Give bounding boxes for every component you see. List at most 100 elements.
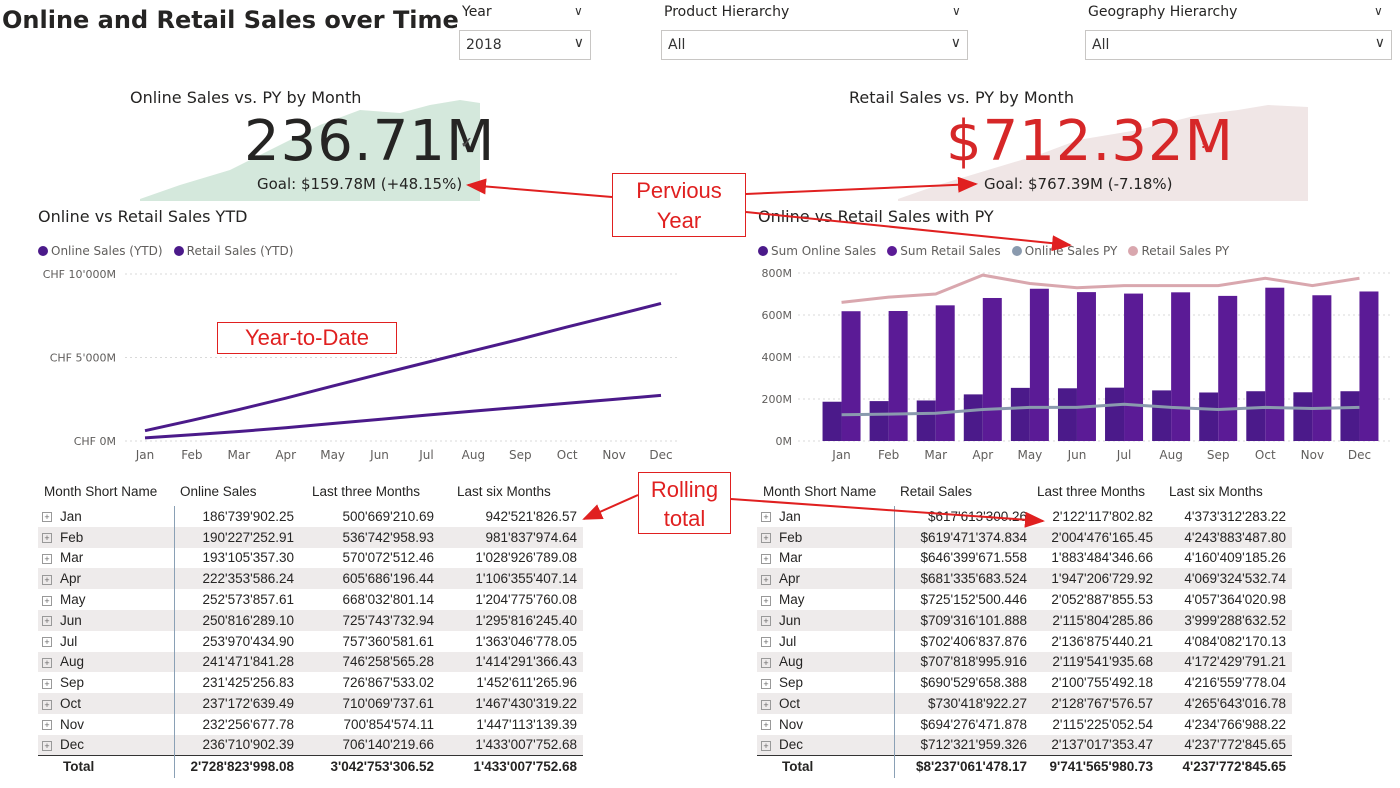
month-cell: + Jan xyxy=(38,506,175,527)
table-row[interactable]: + Aug 241'471'841.28 746'258'565.28 1'414'29… xyxy=(38,651,583,673)
expand-icon[interactable]: + xyxy=(761,678,771,689)
expand-icon[interactable]: + xyxy=(42,740,52,751)
column-header[interactable]: Retail Sales xyxy=(894,476,1033,506)
expand-icon[interactable]: + xyxy=(42,637,52,648)
expand-icon[interactable]: + xyxy=(761,720,771,731)
expand-icon[interactable]: + xyxy=(42,657,52,668)
table-row[interactable]: + Feb $619'471'374.834 2'004'476'165.45 4'24… xyxy=(757,526,1292,548)
year-dropdown[interactable]: 2018 ∨ xyxy=(459,30,591,60)
geography-dropdown[interactable]: All ∨ xyxy=(1085,30,1392,60)
value-cell: $694'276'471.878 xyxy=(894,713,1033,735)
expand-icon[interactable]: + xyxy=(761,699,771,710)
table-row[interactable]: + Jan 186'739'902.25 500'669'210.69 942'521'… xyxy=(38,506,583,527)
online-table-wrapper: Month Short Name Online Sales Last three… xyxy=(38,476,583,778)
column-header[interactable]: Last three Months xyxy=(1033,476,1159,506)
expand-icon[interactable]: + xyxy=(42,512,52,523)
ytd-line-chart[interactable]: CHF 10'000M CHF 5'000M CHF 0M Jan Feb Mar Apr M… xyxy=(0,262,700,467)
kpi-online-card[interactable]: Online Sales vs. PY by Month 236.71M ✓ G… xyxy=(120,85,494,201)
chevron-down-icon: ∨ xyxy=(1374,35,1385,51)
column-header[interactable]: Last six Months xyxy=(440,476,583,506)
expand-icon[interactable]: + xyxy=(761,595,771,606)
expand-icon[interactable]: + xyxy=(42,720,52,731)
table-row[interactable]: + Oct $730'418'922.27 2'128'767'576.57 4'265… xyxy=(757,693,1292,714)
expand-icon[interactable]: + xyxy=(42,699,52,710)
table-row[interactable]: + Nov $694'276'471.878 2'115'225'052.54 4'23… xyxy=(757,713,1292,735)
expand-icon[interactable]: + xyxy=(42,574,52,585)
table-row[interactable]: + Sep $690'529'658.388 2'100'755'492.18 4'21… xyxy=(757,672,1292,694)
product-slicer-collapse-icon[interactable]: ∨ xyxy=(952,4,961,18)
ytd-chart-legend: Online Sales (YTD) Retail Sales (YTD) xyxy=(38,241,299,260)
expand-icon[interactable]: + xyxy=(42,595,52,606)
x-tick-label: Jan xyxy=(831,448,851,462)
expand-icon[interactable]: + xyxy=(761,740,771,751)
month-label: Sep xyxy=(779,675,804,691)
legend-item[interactable]: Sum Online Sales xyxy=(758,244,876,258)
bar-online xyxy=(1199,392,1219,441)
geography-slicer-collapse-icon[interactable]: ∨ xyxy=(1374,4,1383,18)
legend-item[interactable]: Retail Sales (YTD) xyxy=(173,244,293,258)
kpi-retail-alert-icon: ! xyxy=(1200,133,1207,152)
month-cell: + Jul xyxy=(38,630,175,652)
table-row[interactable]: + Nov 232'256'677.78 700'854'574.11 1'447'11… xyxy=(38,713,583,735)
month-label: Jan xyxy=(779,508,801,524)
expand-icon[interactable]: + xyxy=(761,533,771,544)
value-cell: 605'686'196.44 xyxy=(300,568,440,590)
y-tick-label: 400M xyxy=(762,351,793,364)
table-row[interactable]: + May $725'152'500.446 2'052'887'855.53 4'05… xyxy=(757,589,1292,610)
value-cell: 1'028'926'789.08 xyxy=(440,547,583,569)
expand-icon[interactable]: + xyxy=(761,553,771,564)
expand-icon[interactable]: + xyxy=(761,657,771,668)
expand-icon[interactable]: + xyxy=(42,678,52,689)
value-cell: 757'360'581.61 xyxy=(300,630,440,652)
value-cell: 4'160'409'185.26 xyxy=(1159,547,1292,569)
table-row[interactable]: + Apr 222'353'586.24 605'686'196.44 1'106'35… xyxy=(38,568,583,590)
expand-icon[interactable]: + xyxy=(761,616,771,627)
table-row[interactable]: + Mar 193'105'357.30 570'072'512.46 1'028'92… xyxy=(38,547,583,569)
bar-online xyxy=(1293,392,1313,441)
legend-item[interactable]: Online Sales PY xyxy=(1011,244,1117,258)
table-row[interactable]: + Jun $709'316'101.888 2'115'804'285.86 3'99… xyxy=(757,609,1292,631)
table-row[interactable]: + Apr $681'335'683.524 1'947'206'729.92 4'06… xyxy=(757,568,1292,590)
table-row[interactable]: + Jun 250'816'289.10 725'743'732.94 1'295'81… xyxy=(38,609,583,631)
table-row[interactable]: + Jan $617'613'300.26 2'122'117'802.82 4'373… xyxy=(757,506,1292,527)
legend-item[interactable]: Retail Sales PY xyxy=(1128,244,1229,258)
column-header[interactable]: Online Sales xyxy=(174,476,300,506)
month-cell: + Mar xyxy=(38,547,175,569)
expand-icon[interactable]: + xyxy=(761,637,771,648)
expand-icon[interactable]: + xyxy=(761,574,771,585)
product-dropdown[interactable]: All ∨ xyxy=(661,30,968,60)
kpi-retail-card[interactable]: Retail Sales vs. PY by Month $712.32M ! … xyxy=(838,85,1308,201)
py-combo-chart[interactable]: 800M 600M 400M 200M 0M Jan Feb Mar Apr May Jun Jul A… xyxy=(700,262,1400,467)
legend-item[interactable]: Online Sales (YTD) xyxy=(38,244,163,258)
table-row[interactable]: + Dec 236'710'902.39 706'140'219.66 1'433'00… xyxy=(38,734,583,756)
table-row[interactable]: + Jul 253'970'434.90 757'360'581.61 1'363'04… xyxy=(38,630,583,652)
table-row[interactable]: + Aug $707'818'995.916 2'119'541'935.68 4'17… xyxy=(757,651,1292,673)
value-cell: 1'414'291'366.43 xyxy=(440,651,583,673)
year-slicer-collapse-icon[interactable]: ∨ xyxy=(574,4,583,18)
value-cell: $730'418'922.27 xyxy=(894,693,1033,714)
expand-icon[interactable]: + xyxy=(42,533,52,544)
table-row[interactable]: + May 252'573'857.61 668'032'801.14 1'204'77… xyxy=(38,589,583,610)
table-row[interactable]: + Mar $646'399'671.558 1'883'484'346.66 4'16… xyxy=(757,547,1292,569)
expand-icon[interactable]: + xyxy=(42,553,52,564)
kpi-online-title: Online Sales vs. PY by Month xyxy=(130,88,362,107)
month-cell: + Nov xyxy=(38,713,175,735)
table-row[interactable]: + Jul $702'406'837.876 2'136'875'440.21 4'08… xyxy=(757,630,1292,652)
value-cell: $702'406'837.876 xyxy=(894,630,1033,652)
value-cell: $709'316'101.888 xyxy=(894,609,1033,631)
table-row[interactable]: + Oct 237'172'639.49 710'069'737.61 1'467'43… xyxy=(38,693,583,714)
expand-icon[interactable]: + xyxy=(42,616,52,627)
column-header[interactable]: Month Short Name xyxy=(757,476,894,506)
legend-item[interactable]: Sum Retail Sales xyxy=(887,244,1001,258)
column-header[interactable]: Last three Months xyxy=(300,476,440,506)
y-tick-label: 800M xyxy=(762,267,793,280)
expand-icon[interactable]: + xyxy=(761,512,771,523)
column-header[interactable]: Last six Months xyxy=(1159,476,1292,506)
total-cell: 2'728'823'998.08 xyxy=(174,755,300,778)
table-row[interactable]: + Feb 190'227'252.91 536'742'958.93 981'837'… xyxy=(38,526,583,548)
column-header[interactable]: Month Short Name xyxy=(38,476,174,506)
table-row[interactable]: + Dec $712'321'959.326 2'137'017'353.47 4'23… xyxy=(757,734,1292,756)
x-tick-label: Nov xyxy=(1301,448,1324,462)
table-row[interactable]: + Sep 231'425'256.83 726'867'533.02 1'452'61… xyxy=(38,672,583,694)
value-cell: 726'867'533.02 xyxy=(300,672,440,694)
